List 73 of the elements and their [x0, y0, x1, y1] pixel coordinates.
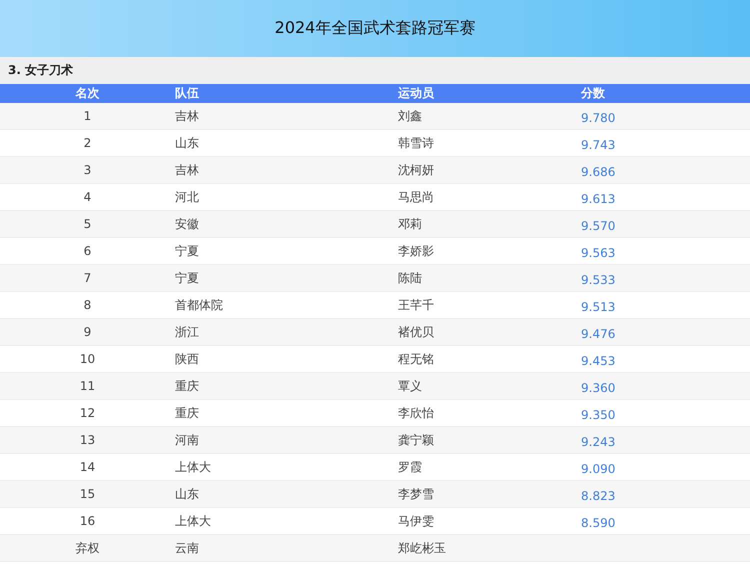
athlete-cell: 李梦雪 [398, 486, 434, 502]
athlete-cell: 沈柯妍 [398, 162, 434, 178]
team-cell: 首都体院 [175, 296, 223, 314]
athlete-cell: 刘鑫 [398, 108, 422, 124]
team-cell: 上体大 [175, 512, 211, 530]
athlete-cell: 褚优贝 [398, 324, 434, 340]
rank-cell: 1 [84, 109, 92, 123]
team-cell: 吉林 [175, 162, 199, 178]
section-title: 3. 女子刀术 [8, 62, 74, 79]
score-cell: 9.350 [581, 408, 616, 422]
athlete-cell: 李娇影 [398, 242, 434, 260]
score-cell: 9.090 [581, 462, 616, 476]
rank-cell: 4 [84, 190, 92, 204]
team-cell: 山东 [175, 134, 199, 152]
score-cell: 9.563 [581, 246, 616, 260]
column-header: 分数 [581, 85, 605, 102]
score-cell: 9.686 [581, 164, 616, 178]
athlete-cell: 陈陆 [398, 270, 422, 286]
team-cell: 云南 [175, 540, 199, 556]
rank-cell: 16 [80, 514, 96, 528]
team-cell: 安徽 [175, 216, 199, 232]
athlete-cell: 覃义 [398, 378, 422, 394]
score-cell: 8.590 [581, 516, 616, 530]
score-cell: 9.476 [581, 326, 616, 340]
team-cell: 浙江 [175, 324, 199, 340]
team-cell: 河北 [175, 188, 199, 206]
rank-cell: 3 [84, 163, 92, 177]
athlete-cell: 王芊千 [398, 296, 434, 314]
column-header: 队伍 [175, 85, 199, 102]
athlete-cell: 龚宁颖 [398, 432, 434, 448]
rank-cell: 11 [80, 379, 96, 393]
rank-cell: 9 [84, 325, 92, 339]
athlete-cell: 程无铭 [398, 350, 434, 368]
rank-cell: 5 [84, 217, 92, 231]
rank-cell: 弃权 [76, 540, 100, 556]
team-cell: 上体大 [175, 458, 211, 476]
rank-cell: 6 [84, 244, 92, 258]
score-cell: 9.613 [581, 192, 616, 206]
score-cell: 9.453 [581, 354, 616, 368]
team-cell: 陕西 [175, 350, 199, 368]
athlete-cell: 李欣怡 [398, 404, 434, 422]
team-cell: 河南 [175, 432, 199, 448]
score-cell: 9.780 [581, 110, 616, 124]
team-cell: 山东 [175, 486, 199, 502]
team-cell: 宁夏 [175, 270, 199, 286]
score-cell: 9.243 [581, 434, 616, 448]
team-cell: 重庆 [175, 404, 199, 422]
score-cell: 9.533 [581, 272, 616, 286]
team-cell: 宁夏 [175, 242, 199, 260]
rank-cell: 10 [80, 352, 96, 366]
rank-cell: 12 [80, 406, 96, 420]
rank-cell: 15 [80, 487, 96, 501]
score-cell: 9.570 [581, 218, 616, 232]
athlete-cell: 邓莉 [398, 216, 422, 232]
rank-cell: 7 [84, 271, 92, 285]
team-cell: 重庆 [175, 378, 199, 394]
athlete-cell: 马思尚 [398, 188, 434, 206]
rank-cell: 8 [84, 298, 92, 312]
rank-cell: 13 [80, 433, 96, 447]
rank-cell: 14 [80, 460, 96, 474]
column-header: 运动员 [398, 85, 434, 102]
athlete-cell: 马伊雯 [398, 512, 434, 530]
score-cell: 9.513 [581, 300, 616, 314]
page-title: 2024年全国武术套路冠军赛 [274, 18, 476, 39]
score-cell: 9.743 [581, 138, 616, 152]
athlete-cell: 郑屹彬玉 [398, 540, 446, 556]
athlete-cell: 韩雪诗 [398, 134, 434, 152]
team-cell: 吉林 [175, 108, 199, 124]
rank-cell: 2 [84, 136, 92, 150]
score-cell: 8.823 [581, 488, 616, 502]
column-header: 名次 [76, 85, 100, 102]
score-cell: 9.360 [581, 380, 616, 394]
athlete-cell: 罗霞 [398, 458, 422, 476]
